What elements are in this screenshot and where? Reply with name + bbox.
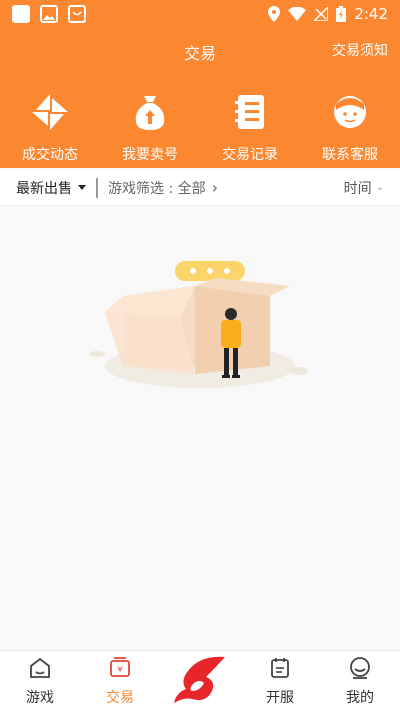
profile-icon <box>347 655 373 681</box>
tab-profile[interactable]: 我的 <box>320 651 400 711</box>
wifi-icon <box>288 7 307 21</box>
quick-action-label: 我要卖号 <box>122 147 178 163</box>
quick-action-records[interactable]: 交易记录 <box>205 88 295 164</box>
tab-server-open[interactable]: 开服 <box>240 651 320 711</box>
listing-area <box>0 206 400 650</box>
location-icon <box>268 6 281 22</box>
sort-dropdown[interactable]: 最新出售 <box>0 178 86 198</box>
quick-action-deals[interactable]: 成交动态 <box>5 88 95 164</box>
divider <box>96 177 98 198</box>
app-logo-icon <box>165 651 235 711</box>
trade-notice-link[interactable]: 交易须知 <box>332 40 388 60</box>
tab-center-logo[interactable] <box>160 651 240 711</box>
sort-label: 最新出售 <box>16 180 72 197</box>
game-filter-label: 游戏筛选 : 全部 <box>108 180 206 197</box>
notebook-icon <box>226 88 274 136</box>
shopping-bag-icon <box>68 5 86 23</box>
tab-label: 游戏 <box>26 690 54 706</box>
quick-action-sell[interactable]: 我要卖号 <box>105 88 195 164</box>
quick-actions: 成交动态 我要卖号 交易记录 联系客服 <box>0 88 400 164</box>
time-sort-label: 时间 <box>343 180 372 197</box>
tab-label: 开服 <box>266 690 294 706</box>
headset-icon <box>326 88 374 136</box>
tab-label: 交易 <box>106 690 134 706</box>
time-sort[interactable]: 时间 ⌄ <box>344 178 400 198</box>
quick-action-label: 联系客服 <box>322 147 378 163</box>
status-bar: 2:42 <box>0 0 400 28</box>
header: 交易 交易须知 成交动态 我要卖号 交易记录 联系客服 <box>0 28 400 168</box>
quick-action-label: 成交动态 <box>22 147 78 163</box>
tab-games[interactable]: 游戏 <box>0 651 80 711</box>
signal-icon <box>314 7 329 21</box>
caret-down-icon <box>78 185 86 190</box>
home-icon <box>27 655 53 681</box>
quick-action-support[interactable]: 联系客服 <box>305 88 395 164</box>
empty-state-illustration <box>85 256 315 406</box>
game-filter[interactable]: 游戏筛选 : 全部 › <box>108 178 218 198</box>
status-time: 2:42 <box>354 5 388 23</box>
calendar-icon <box>267 655 293 681</box>
chevron-right-icon: › <box>211 178 219 197</box>
pinwheel-icon <box>26 88 74 136</box>
battery-icon <box>336 6 347 22</box>
tab-bar: 游戏 ¥ 交易 开服 我的 <box>0 650 400 711</box>
caret-down-icon: ⌄ <box>375 182 384 193</box>
notification-icon <box>12 5 30 23</box>
tab-trade[interactable]: ¥ 交易 <box>80 651 160 711</box>
filter-bar: 最新出售 游戏筛选 : 全部 › 时间 ⌄ <box>0 170 400 206</box>
image-icon <box>40 5 58 23</box>
quick-action-label: 交易记录 <box>222 147 278 163</box>
moneybag-icon <box>126 88 174 136</box>
trade-icon: ¥ <box>107 655 133 681</box>
tab-label: 我的 <box>346 690 374 706</box>
svg-text:¥: ¥ <box>117 665 122 674</box>
